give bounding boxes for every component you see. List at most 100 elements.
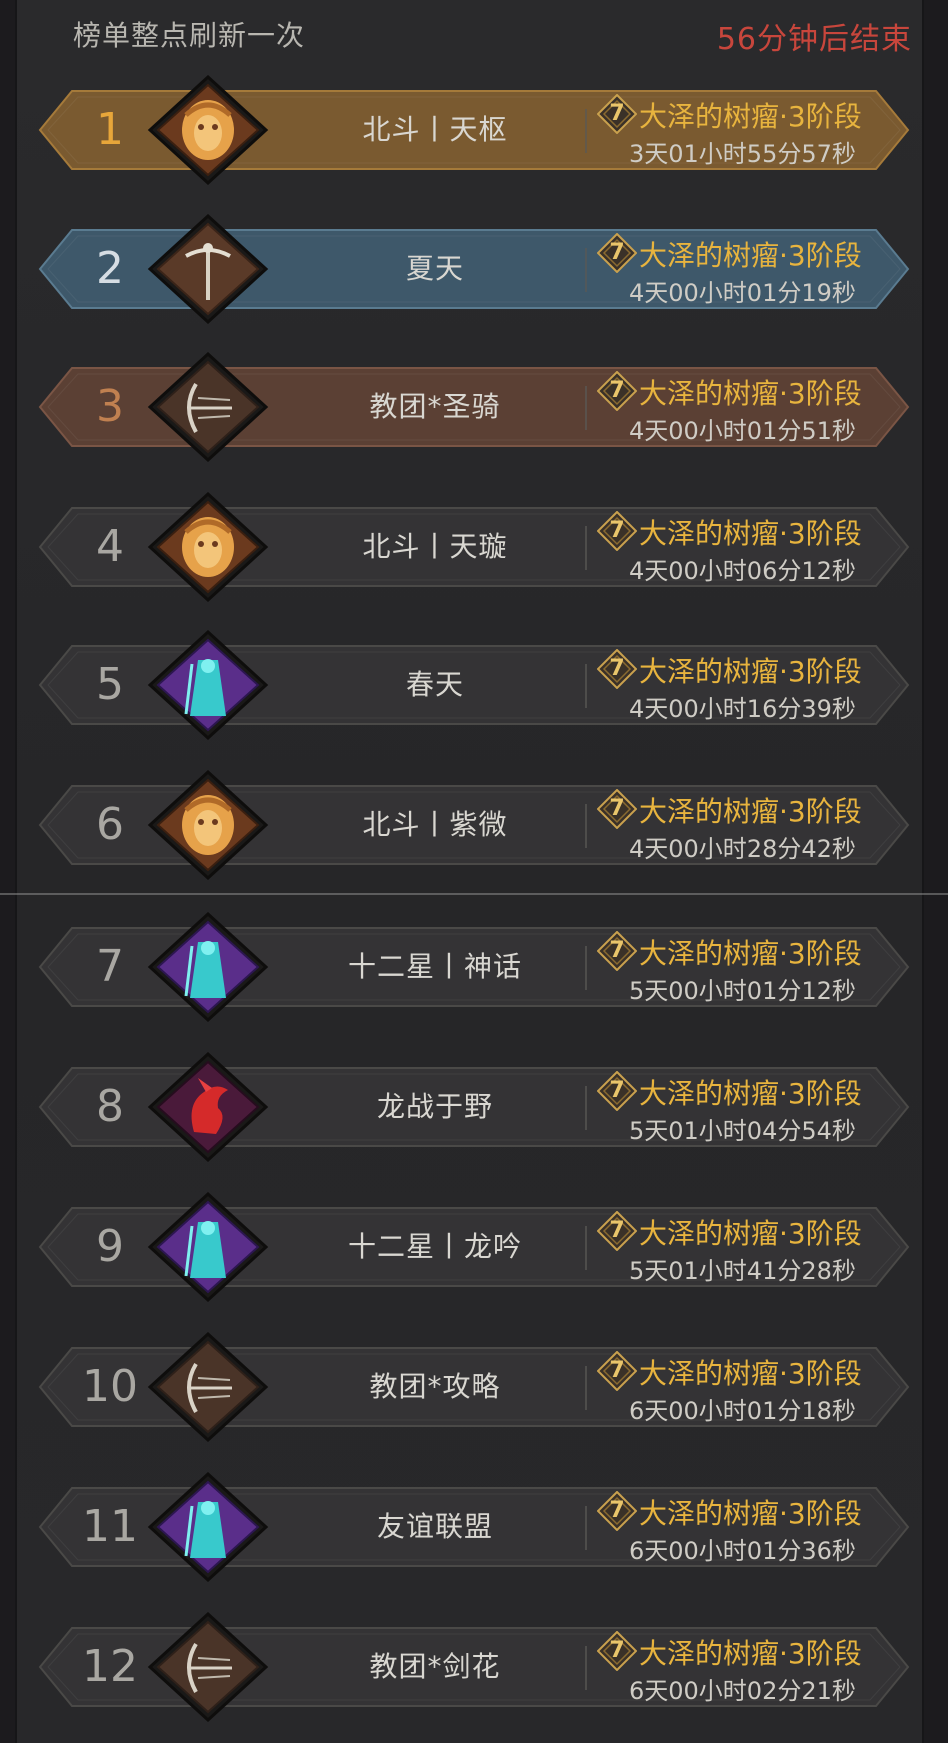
leaderboard-row[interactable]: 4 北斗丨天璇 7 大泽的树瘤·3阶段 4天00小时06分12秒 bbox=[0, 491, 948, 603]
stage-badge-number: 7 bbox=[609, 796, 625, 821]
rank-number: 3 bbox=[96, 381, 124, 432]
rank-number: 4 bbox=[96, 521, 124, 572]
stage-info: 7 大泽的树瘤·3阶段 4天00小时01分51秒 bbox=[597, 369, 897, 449]
divider bbox=[585, 946, 587, 990]
clear-time: 6天00小时01分18秒 bbox=[629, 1397, 856, 1425]
guild-name: 春天 bbox=[405, 668, 464, 701]
mage-emblem-icon bbox=[146, 911, 270, 1023]
leaderboard-row[interactable]: 12 教团*剑花 7 大泽的树瘤·3阶段 6天00小时02分21秒 bbox=[0, 1611, 948, 1723]
stage-name: 大泽的树瘤·3阶段 bbox=[639, 1357, 862, 1390]
stage-info: 7 大泽的树瘤·3阶段 5天01小时04分54秒 bbox=[597, 1069, 897, 1149]
stage-badge-number: 7 bbox=[609, 518, 625, 543]
leaderboard-row[interactable]: 10 教团*攻略 7 大泽的树瘤·3阶段 6天00小时01分18秒 bbox=[0, 1331, 948, 1443]
leaderboard-row[interactable]: 8 龙战于野 7 大泽的树瘤·3阶段 5天01小时04分54秒 bbox=[0, 1051, 948, 1163]
stage-info: 7 大泽的树瘤·3阶段 6天00小时02分21秒 bbox=[597, 1629, 897, 1709]
stage-badge-number: 7 bbox=[609, 240, 625, 265]
golden-lion-emblem-icon bbox=[146, 74, 270, 186]
stage-name: 大泽的树瘤·3阶段 bbox=[639, 377, 862, 410]
golden-lion-emblem-icon bbox=[146, 769, 270, 881]
clear-time: 6天00小时01分36秒 bbox=[629, 1537, 856, 1565]
bow-emblem-icon bbox=[146, 1331, 270, 1443]
guild-name: 北斗丨紫微 bbox=[362, 808, 508, 841]
stage-info: 7 大泽的树瘤·3阶段 4天00小时06分12秒 bbox=[597, 509, 897, 589]
guild-name: 教团*攻略 bbox=[369, 1370, 501, 1403]
bow-emblem-icon bbox=[146, 1611, 270, 1723]
leaderboard-row[interactable]: 7 十二星丨神话 7 大泽的树瘤·3阶段 5天00小时01分12秒 bbox=[0, 911, 948, 1023]
guild-name: 北斗丨天枢 bbox=[362, 113, 508, 146]
clear-time: 3天01小时55分57秒 bbox=[629, 140, 856, 168]
stage-info: 7 大泽的树瘤·3阶段 4天00小时16分39秒 bbox=[597, 647, 897, 727]
leaderboard-row[interactable]: 3 教团*圣骑 7 大泽的树瘤·3阶段 4天00小时01分51秒 bbox=[0, 351, 948, 463]
leaderboard-row[interactable]: 5 春天 7 大泽的树瘤·3阶段 4天00小时16分39秒 bbox=[0, 629, 948, 741]
red-dragon-emblem-icon bbox=[146, 1051, 270, 1163]
guild-name: 北斗丨天璇 bbox=[362, 530, 508, 563]
divider bbox=[585, 526, 587, 570]
divider bbox=[585, 386, 587, 430]
stage-info: 7 大泽的树瘤·3阶段 5天00小时01分12秒 bbox=[597, 929, 897, 1009]
screenshot-seam bbox=[0, 893, 948, 895]
leaderboard-row[interactable]: 11 友谊联盟 7 大泽的树瘤·3阶段 6天00小时01分36秒 bbox=[0, 1471, 948, 1583]
rank-number: 1 bbox=[96, 104, 124, 155]
guild-name: 夏天 bbox=[405, 252, 464, 285]
caduceus-emblem-icon bbox=[146, 213, 270, 325]
stage-name: 大泽的树瘤·3阶段 bbox=[639, 100, 862, 133]
clear-time: 5天01小时04分54秒 bbox=[629, 1117, 856, 1145]
divider bbox=[585, 1086, 587, 1130]
divider bbox=[585, 664, 587, 708]
stage-name: 大泽的树瘤·3阶段 bbox=[639, 795, 862, 828]
stage-badge-number: 7 bbox=[609, 938, 625, 963]
divider bbox=[585, 1646, 587, 1690]
stage-name: 大泽的树瘤·3阶段 bbox=[639, 655, 862, 688]
stage-name: 大泽的树瘤·3阶段 bbox=[639, 937, 862, 970]
clear-time: 4天00小时28分42秒 bbox=[629, 835, 856, 863]
clear-time: 6天00小时02分21秒 bbox=[629, 1677, 856, 1705]
clear-time: 4天00小时16分39秒 bbox=[629, 695, 856, 723]
rank-number: 5 bbox=[96, 659, 124, 710]
leaderboard-row[interactable]: 9 十二星丨龙吟 7 大泽的树瘤·3阶段 5天01小时41分28秒 bbox=[0, 1191, 948, 1303]
rank-number: 10 bbox=[82, 1361, 138, 1412]
divider bbox=[585, 804, 587, 848]
leaderboard-row[interactable]: 6 北斗丨紫微 7 大泽的树瘤·3阶段 4天00小时28分42秒 bbox=[0, 769, 948, 881]
stage-info: 7 大泽的树瘤·3阶段 6天00小时01分36秒 bbox=[597, 1489, 897, 1569]
clear-time: 4天00小时01分51秒 bbox=[629, 417, 856, 445]
divider bbox=[585, 1506, 587, 1550]
stage-info: 7 大泽的树瘤·3阶段 6天00小时01分18秒 bbox=[597, 1349, 897, 1429]
countdown-text: 56分钟后结束 bbox=[716, 22, 912, 57]
stage-badge-number: 7 bbox=[609, 1498, 625, 1523]
rank-number: 7 bbox=[96, 941, 124, 992]
guild-name: 教团*剑花 bbox=[369, 1650, 501, 1683]
guild-name: 教团*圣骑 bbox=[369, 390, 501, 423]
leaderboard-row[interactable]: 2 夏天 7 大泽的树瘤·3阶段 4天00小时01分19秒 bbox=[0, 213, 948, 325]
divider bbox=[585, 1366, 587, 1410]
rank-number: 2 bbox=[96, 243, 124, 294]
clear-time: 4天00小时01分19秒 bbox=[629, 279, 856, 307]
stage-badge-number: 7 bbox=[609, 378, 625, 403]
divider bbox=[585, 109, 587, 153]
stage-name: 大泽的树瘤·3阶段 bbox=[639, 1077, 862, 1110]
golden-lion-emblem-icon bbox=[146, 491, 270, 603]
leaderboard-row[interactable]: 1 北斗丨天枢 7 大泽的树瘤·3阶段 3天01小时55分57秒 bbox=[0, 74, 948, 186]
guild-name: 友谊联盟 bbox=[376, 1510, 493, 1543]
guild-name: 龙战于野 bbox=[376, 1090, 493, 1123]
clear-time: 4天00小时06分12秒 bbox=[629, 557, 856, 585]
bow-emblem-icon bbox=[146, 351, 270, 463]
stage-info: 7 大泽的树瘤·3阶段 3天01小时55分57秒 bbox=[597, 92, 897, 172]
stage-name: 大泽的树瘤·3阶段 bbox=[639, 1637, 862, 1670]
divider bbox=[585, 1226, 587, 1270]
mage-emblem-icon bbox=[146, 1191, 270, 1303]
rank-number: 8 bbox=[96, 1081, 124, 1132]
mage-emblem-icon bbox=[146, 629, 270, 741]
stage-name: 大泽的树瘤·3阶段 bbox=[639, 517, 862, 550]
rank-number: 6 bbox=[96, 799, 124, 850]
stage-info: 7 大泽的树瘤·3阶段 5天01小时41分28秒 bbox=[597, 1209, 897, 1289]
refresh-note: 榜单整点刷新一次 bbox=[73, 19, 306, 52]
clear-time: 5天01小时41分28秒 bbox=[629, 1257, 856, 1285]
stage-name: 大泽的树瘤·3阶段 bbox=[639, 239, 862, 272]
rank-number: 12 bbox=[82, 1641, 138, 1692]
guild-name: 十二星丨龙吟 bbox=[347, 1230, 522, 1263]
stage-info: 7 大泽的树瘤·3阶段 4天00小时01分19秒 bbox=[597, 231, 897, 311]
rank-number: 11 bbox=[82, 1501, 138, 1552]
stage-badge-number: 7 bbox=[609, 1358, 625, 1383]
stage-info: 7 大泽的树瘤·3阶段 4天00小时28分42秒 bbox=[597, 787, 897, 867]
clear-time: 5天00小时01分12秒 bbox=[629, 977, 856, 1005]
